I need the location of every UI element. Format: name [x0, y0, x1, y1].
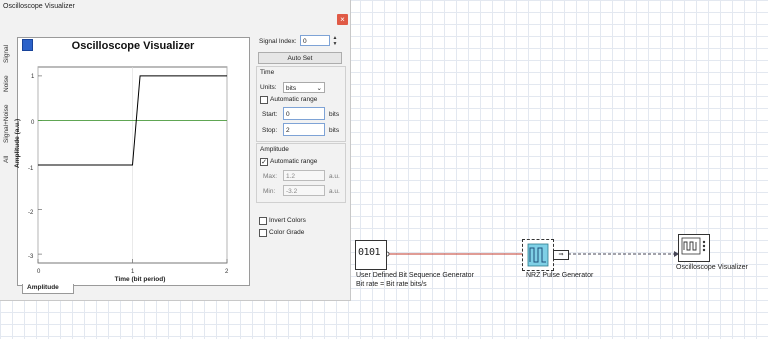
bit-sequence-generator-block[interactable]: 0101: [355, 240, 387, 270]
output-connector-icon[interactable]: ⇒: [553, 250, 569, 260]
nrz-pulse-generator-block[interactable]: [522, 239, 554, 271]
oscilloscope-icon: [681, 237, 706, 255]
bit-sequence-generator-label: User Defined Bit Sequence Generator: [356, 272, 474, 279]
nrz-pulse-generator-label: NRZ Pulse Generator: [526, 272, 594, 279]
oscilloscope-label: Oscilloscope Visualizer: [676, 264, 748, 271]
oscilloscope-block[interactable]: [678, 234, 710, 262]
pulse-icon: [527, 243, 549, 267]
connection-layer: [384, 251, 679, 257]
bit-rate-label: Bit rate = Bit rate bits/s: [356, 281, 427, 288]
binary-icon: 0101: [358, 247, 381, 258]
